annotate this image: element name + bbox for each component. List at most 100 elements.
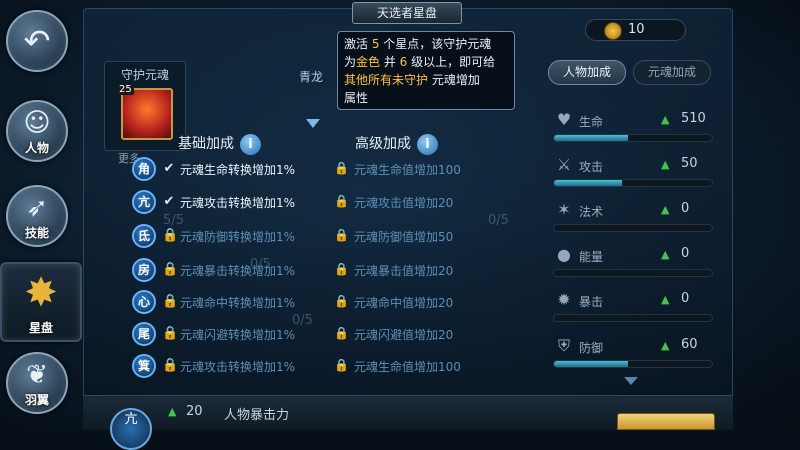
heart-icon: ♥ [556,110,572,129]
stat-value: 510 [681,111,706,126]
star-icon: ✸ [24,270,58,316]
star-point-badge[interactable]: 箕 [132,354,156,378]
guardian-title: 守护元魂 [120,68,169,82]
up-arrow-icon: ▲ [661,248,670,261]
nav-star-button[interactable]: ✸ 星盘 [0,262,82,342]
activation-tooltip: 激活 5 个星点，该守护元魂 为金色 并 6 级以上，即可给 其他所有未守护 元… [337,31,515,110]
bottom-star-badge[interactable]: 亢 [110,408,152,450]
star-point-row[interactable]: 箕 🔒 元魂攻击转换增加1% 🔒 元魂生命值增加100 [130,354,490,378]
star-point-row[interactable]: 氐 🔒 元魂防御转换增加1% 🔒 元魂防御值增加50 [130,224,490,248]
nav-star-label: 星盘 [28,321,53,335]
basic-bonus-text: 元魂攻击转换增加1% [180,196,296,210]
star-point-row[interactable]: 心 🔒 元魂命中转换增加1% 🔒 元魂命中值增加20 [130,290,490,314]
coin-icon [604,22,622,40]
shield-icon: ⛨ [557,336,570,355]
star-point-row[interactable]: 房 🔒 元魂暴击转换增加1% 🔒 元魂暴击值增加20 [130,258,490,282]
stat-row: ✶ 法术 ▲ 0 [551,200,716,240]
back-button[interactable]: ↶ [6,10,68,72]
up-arrow-icon: ▲ [661,158,670,171]
stat-bar-fill [554,361,629,367]
stat-label: 生命 [579,115,604,129]
tooltip-pointer-icon [306,119,320,128]
back-arrow-icon: ↶ [23,22,51,60]
stat-row: ⛨ 防御 ▲ 60 [551,336,716,376]
skill-icon: ➶ [26,193,48,223]
advanced-bonus-text: 元魂攻击值增加20 [354,196,454,210]
advanced-bonus-header: 高级加成 i [355,133,438,155]
nav-wings-button[interactable]: ❦ 羽翼 [6,352,68,414]
stat-value: 0 [681,246,690,261]
up-arrow-icon: ▲ [168,405,177,418]
basic-bonus-header: 基础加成 i [178,133,261,155]
tab-character-bonus[interactable]: 人物加成 [548,60,626,85]
sword-icon: ⚔ [556,155,572,174]
nav-skill-label: 技能 [24,226,49,240]
star-point-badge[interactable]: 心 [132,290,156,314]
dragon-portrait[interactable] [121,88,173,140]
scroll-down-icon[interactable] [624,377,638,385]
lock-icon: 🔒 [162,326,179,341]
lock-icon: 🔒 [162,358,179,373]
basic-bonus-text: 元魂生命转换增加1% [180,163,296,177]
nav-wings-label: 羽翼 [24,393,49,407]
star-point-badge[interactable]: 角 [132,157,156,181]
advanced-bonus-text: 元魂生命值增加100 [354,360,461,374]
guardian-level: 25 [117,84,134,95]
scene: ↶ ☺ 人物 ➶ 技能 ✸ 星盘 ❦ 羽翼 天选者星盘 10 守护元魂 25 更… [0,0,800,450]
stat-row: ♥ 生命 ▲ 510 [551,110,716,150]
ghost-progress-label: 0/5 [488,213,509,228]
basic-info-icon[interactable]: i [240,133,261,155]
stat-bar [553,360,713,368]
stat-value: 0 [681,291,690,306]
advanced-bonus-text: 元魂命中值增加20 [354,296,454,310]
nav-character-button[interactable]: ☺ 人物 [6,100,68,162]
lock-icon: 🔒 [334,326,349,340]
stat-bar [553,179,713,187]
tooltip-line-2: 为金色 并 6 级以上，即可给 [344,55,496,69]
stat-row: ✹ 暴击 ▲ 0 [551,290,716,330]
stat-row: ⚔ 攻击 ▲ 50 [551,155,716,195]
star-point-row[interactable]: 尾 🔒 元魂闪避转换增加1% 🔒 元魂闪避值增加20 [130,322,490,346]
lock-icon: 🔒 [162,262,179,277]
star-point-row[interactable]: 亢 ✔ 元魂攻击转换增加1% 🔒 元魂攻击值增加20 [130,190,490,214]
lock-icon: 🔒 [334,262,349,276]
action-button[interactable] [617,413,715,430]
stat-value: 0 [681,201,690,216]
character-icon: ☺ [23,108,51,138]
basic-bonus-text: 元魂防御转换增加1% [180,230,296,244]
constellation-name: 青龙 [299,70,324,84]
lock-icon: 🔒 [334,294,349,308]
check-icon: ✔ [163,194,175,209]
star-point-badge[interactable]: 亢 [132,190,156,214]
basic-bonus-text: 元魂攻击转换增加1% [180,360,296,374]
up-arrow-icon: ▲ [661,293,670,306]
stat-bar-fill [554,180,622,186]
star-point-row[interactable]: 角 ✔ 元魂生命转换增加1% 🔒 元魂生命值增加100 [130,157,490,181]
lock-icon: 🔒 [334,161,349,175]
stat-row: ● 能量 ▲ 0 [551,245,716,285]
tab-soul-bonus[interactable]: 元魂加成 [633,60,711,85]
advanced-bonus-text: 元魂生命值增加100 [354,163,461,177]
star-point-badge[interactable]: 房 [132,258,156,282]
basic-bonus-text: 元魂暴击转换增加1% [180,264,296,278]
magic-icon: ✶ [557,200,571,219]
nav-skill-button[interactable]: ➶ 技能 [6,185,68,247]
stat-label: 法术 [579,205,604,219]
advanced-info-icon[interactable]: i [417,133,438,155]
advanced-bonus-text: 元魂防御值增加50 [354,230,454,244]
advanced-bonus-text: 元魂暴击值增加20 [354,264,454,278]
crit-icon: ✹ [557,290,571,309]
stat-bar [553,224,713,232]
guardian-soul-slot[interactable]: 守护元魂 25 [104,61,186,151]
tooltip-line-4: 属性 [344,91,369,105]
wings-icon: ❦ [26,360,48,390]
stat-bar [553,134,713,142]
basic-bonus-text: 元魂闪避转换增加1% [180,328,296,342]
stat-label: 防御 [579,341,604,355]
star-point-badge[interactable]: 尾 [132,322,156,346]
currency-box: 10 [585,19,686,41]
lock-icon: 🔒 [334,228,349,242]
panel-title: 天选者星盘 [352,2,462,24]
star-point-badge[interactable]: 氐 [132,224,156,248]
stat-label: 暴击 [579,295,604,309]
